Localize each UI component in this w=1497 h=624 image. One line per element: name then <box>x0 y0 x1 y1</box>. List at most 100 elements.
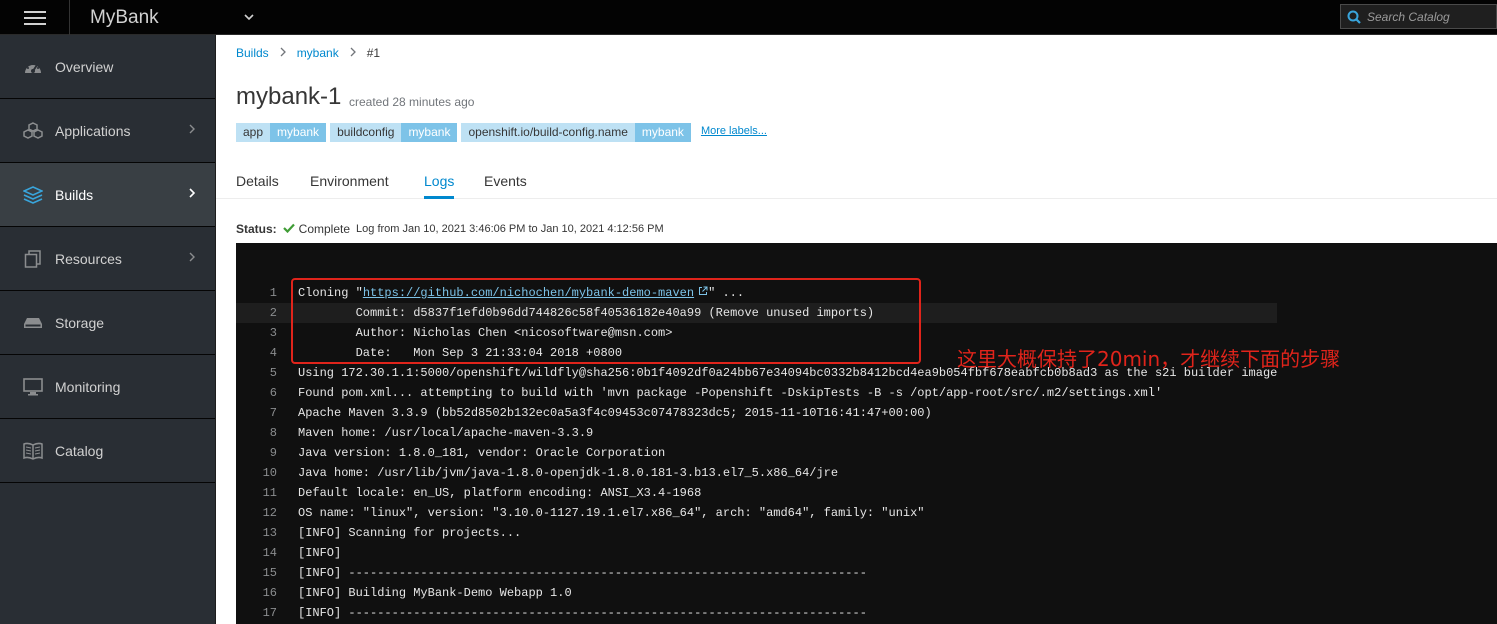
line-number: 13 <box>262 526 277 540</box>
log-text: Maven home: /usr/local/apache-maven-3.3.… <box>298 426 594 440</box>
check-icon <box>282 222 295 236</box>
sidebar-item-builds[interactable]: Builds <box>0 163 215 227</box>
log-line: 8 Maven home: /usr/local/apache-maven-3.3… <box>236 423 1277 443</box>
log-line: 3 Author: Nicholas Chen <nicosoftware@ms… <box>236 323 1277 343</box>
hamburger-icon <box>23 10 46 25</box>
log-line: 1 Cloning "https://github.com/nichochen/… <box>236 283 1277 303</box>
label-value: mybank <box>401 123 458 142</box>
nav-toggle-button[interactable] <box>0 0 70 35</box>
sidebar-item-label: Overview <box>55 58 114 75</box>
sidebar-item-resources[interactable]: Resources <box>0 227 215 291</box>
line-number: 15 <box>262 566 277 580</box>
log-line: 15 [INFO] -------------------------------… <box>236 563 1277 583</box>
breadcrumb: Builds mybank #1 <box>236 46 380 60</box>
label-value: mybank <box>634 123 691 142</box>
search-icon <box>1341 5 1367 28</box>
line-number: 9 <box>269 446 277 460</box>
log-text: Apache Maven 3.3.9 (bb52d8502b132ec0a5a3… <box>298 406 932 420</box>
line-number: 14 <box>262 546 277 560</box>
repo-link[interactable]: https://github.com/nichochen/mybank-demo… <box>363 286 694 300</box>
log-text: [INFO] ---------------------------------… <box>298 606 867 620</box>
line-number: 4 <box>269 346 277 360</box>
tab-logs[interactable]: Logs <box>424 173 455 199</box>
label-build-config-name[interactable]: openshift.io/build-config.name mybank <box>461 123 691 142</box>
breadcrumb-builds-link[interactable]: Builds <box>236 46 269 60</box>
line-number: 1 <box>269 286 277 300</box>
label-app[interactable]: app mybank <box>236 123 327 142</box>
line-number: 17 <box>262 606 277 620</box>
search-catalog[interactable] <box>1340 4 1497 29</box>
more-labels-link[interactable]: More labels... <box>701 125 767 137</box>
chevron-down-icon <box>244 13 254 20</box>
log-line: 2 Commit: d5837f1efd0b96dd744826c58f4053… <box>236 303 1278 323</box>
log-line: 13 [INFO] Scanning for projects... <box>236 523 1277 543</box>
sidebar-item-overview[interactable]: Overview <box>0 35 215 99</box>
label-key: buildconfig <box>330 123 402 142</box>
log-text: [INFO] <box>298 546 342 560</box>
log-text: OS name: "linux", version: "3.10.0-1127.… <box>298 506 925 520</box>
log-cloning-prefix: Cloning " <box>298 286 363 300</box>
search-input[interactable] <box>1367 9 1492 24</box>
line-number: 11 <box>262 486 277 500</box>
log-line: 14 [INFO] <box>236 543 1277 563</box>
project-title: MyBank <box>90 7 159 28</box>
tab-events[interactable]: Events <box>484 173 527 199</box>
log-text: Date: Mon Sep 3 21:33:04 2018 +0800 <box>298 346 623 360</box>
log-cloning-suffix: " ... <box>708 286 745 300</box>
dashboard-icon <box>22 57 44 77</box>
line-number: 3 <box>269 326 277 340</box>
log-text: Commit: d5837f1efd0b96dd744826c58f405361… <box>298 306 875 320</box>
sidebar-item-label: Storage <box>55 314 105 331</box>
log-text: Default locale: en_US, platform encoding… <box>298 486 702 500</box>
line-number: 10 <box>262 466 277 480</box>
external-link-icon <box>698 283 708 303</box>
sidebar-item-storage[interactable]: Storage <box>0 291 215 355</box>
log-text: [INFO] ---------------------------------… <box>298 566 867 580</box>
label-key: openshift.io/build-config.name <box>461 123 635 142</box>
tab-details[interactable]: Details <box>236 173 279 199</box>
log-line: 7 Apache Maven 3.3.9 (bb52d8502b132ec0a5a… <box>236 403 1277 423</box>
sidebar-item-applications[interactable]: Applications <box>0 99 215 163</box>
sidebar-item-label: Builds <box>55 186 94 203</box>
files-icon <box>22 249 44 269</box>
sidebar-item-monitoring[interactable]: Monitoring <box>0 355 215 419</box>
breadcrumb-current: #1 <box>366 46 381 60</box>
tab-environment[interactable]: Environment <box>310 173 389 199</box>
chevron-right-icon <box>189 251 195 265</box>
tab-bar: Details Environment Logs Events <box>216 167 1497 199</box>
breadcrumb-separator-icon <box>280 46 286 60</box>
log-text: Java home: /usr/lib/jvm/java-1.8.0-openj… <box>298 466 839 480</box>
breadcrumb-separator-icon <box>350 46 356 60</box>
line-number: 7 <box>269 406 277 420</box>
storage-icon <box>22 313 44 333</box>
label-value: mybank <box>270 123 327 142</box>
build-status: Status: Complete Log from Jan 10, 2021 3… <box>236 222 664 236</box>
sidebar-item-catalog[interactable]: Catalog <box>0 419 215 483</box>
sidebar-item-label: Catalog <box>55 442 104 459</box>
line-number: 5 <box>269 366 277 380</box>
sidebar-item-label: Applications <box>55 122 131 139</box>
log-line: 6 Found pom.xml... attempting to build wi… <box>236 383 1277 403</box>
status-label: Status: <box>236 222 277 236</box>
masthead: MyBank <box>0 0 1497 35</box>
log-line: 16 [INFO] Building MyBank-Demo Webapp 1.0 <box>236 583 1277 603</box>
cubes-icon <box>22 121 44 141</box>
log-text: [INFO] Building MyBank-Demo Webapp 1.0 <box>298 586 572 600</box>
chevron-right-icon <box>189 123 195 137</box>
chevron-right-icon <box>189 187 196 201</box>
sidebar-item-label: Monitoring <box>55 378 121 395</box>
label-buildconfig[interactable]: buildconfig mybank <box>330 123 458 142</box>
log-lines: 1 Cloning "https://github.com/nichochen/… <box>236 283 1278 623</box>
log-text: Author: Nicholas Chen <nicosoftware@msn.… <box>298 326 673 340</box>
line-number: 12 <box>262 506 277 520</box>
log-range: Log from Jan 10, 2021 3:46:06 PM to Jan … <box>356 223 664 235</box>
log-line: 17 [INFO] -------------------------------… <box>236 603 1277 623</box>
project-dropdown-button[interactable] <box>241 9 257 25</box>
sidebar-nav: Overview Applications Builds Resources S… <box>0 35 216 624</box>
log-text: Java version: 1.8.0_181, vendor: Oracle … <box>298 446 666 460</box>
log-text: Cloning "https://github.com/nichochen/my… <box>286 283 744 303</box>
breadcrumb-config-link[interactable]: mybank <box>297 46 339 60</box>
line-number: 16 <box>262 586 277 600</box>
page-title: mybank-1 <box>236 83 342 110</box>
log-viewer[interactable]: 1 Cloning "https://github.com/nichochen/… <box>236 243 1497 624</box>
